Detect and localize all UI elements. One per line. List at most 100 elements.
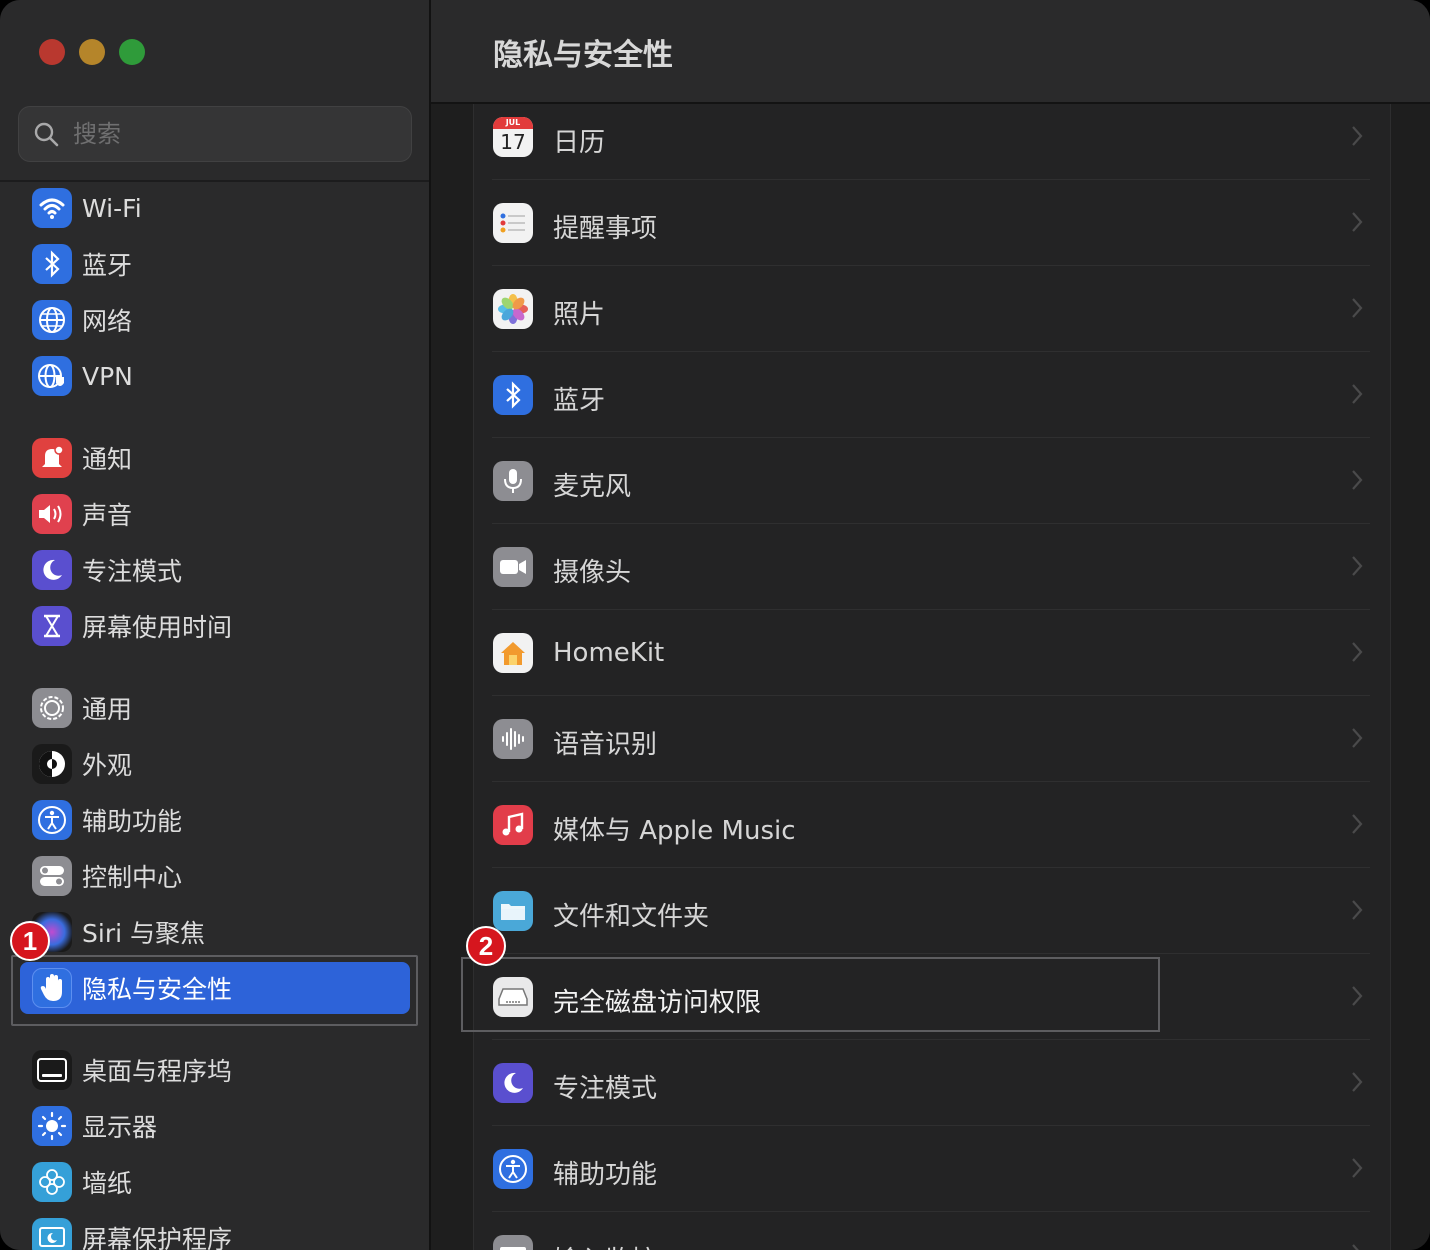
moon-icon [493,1063,533,1103]
sidebar-item-vpn[interactable]: VPN [20,350,410,402]
list-item-photos[interactable]: 照片 [492,266,1370,352]
sidebar-item-sound[interactable]: 声音 [20,488,410,540]
list-item-input-monitoring[interactable]: 输入监控 [492,1212,1370,1250]
list-item-focus[interactable]: 专注模式 [492,1040,1370,1126]
list-item-calendar[interactable]: JUL 17 日历 [492,94,1370,180]
calendar-icon: JUL 17 [493,117,533,157]
sidebar-item-label: 桌面与程序坞 [82,1057,233,1086]
sidebar-item-notifications[interactable]: 通知 [20,432,410,484]
chevron-right-icon [1352,1158,1363,1178]
list-item-label: 输入监控 [553,1240,657,1250]
list-item-label: HomeKit [553,638,665,668]
sidebar-item-general[interactable]: 通用 [20,682,410,734]
sidebar-item-label: Siri 与聚焦 [82,919,205,948]
settings-window: Wi-Fi 蓝牙 网络 VPN 通知 [0,0,1430,1250]
hourglass-icon [32,606,72,646]
flower-icon [32,1162,72,1202]
list-item-label: 语音识别 [553,730,658,760]
list-item-media-apple-music[interactable]: 媒体与 Apple Music [492,782,1370,868]
chevron-right-icon [1352,1072,1363,1092]
list-item-accessibility[interactable]: 辅助功能 [492,1126,1370,1212]
list-item-camera[interactable]: 摄像头 [492,524,1370,610]
sidebar-item-label: 通用 [82,695,133,724]
privacy-list: JUL 17 日历 提醒事项 照片 蓝牙 麦克风 摄像头 HomeKit 语音识… [473,104,1391,1250]
sidebar-item-accessibility[interactable]: 辅助功能 [20,794,410,846]
sidebar-item-label: Wi-Fi [82,193,142,223]
chevron-right-icon [1352,470,1363,490]
sidebar-item-screensaver[interactable]: 屏幕保护程序 [20,1212,410,1250]
hand-icon [32,968,72,1008]
music-icon [493,805,533,845]
search-input[interactable] [73,120,373,148]
moon-icon [32,550,72,590]
chevron-right-icon [1352,728,1363,748]
list-item-homekit[interactable]: HomeKit [492,610,1370,696]
sidebar-item-wallpaper[interactable]: 墙纸 [20,1156,410,1208]
sidebar-item-appearance[interactable]: 外观 [20,738,410,790]
sidebar-item-label: 专注模式 [82,557,183,586]
list-item-label: 专注模式 [553,1074,658,1104]
bluetooth-icon [493,375,533,415]
step-badge-2: 2 [466,926,506,966]
chevron-right-icon [1352,298,1363,318]
list-item-label: 摄像头 [553,558,632,588]
list-item-label: 辅助功能 [553,1160,658,1190]
sidebar-item-network[interactable]: 网络 [20,294,410,346]
list-item-microphone[interactable]: 麦克风 [492,438,1370,524]
sidebar-item-control-center[interactable]: 控制中心 [20,850,410,902]
sidebar-item-siri-spotlight[interactable]: Siri 与聚焦 [20,906,410,958]
search-field[interactable] [18,106,412,162]
chevron-right-icon [1352,814,1363,834]
chevron-right-icon [1352,900,1363,920]
sidebar-item-label: 显示器 [82,1113,158,1142]
toolbar: 隐私与安全性 [431,0,1430,104]
wifi-icon [32,188,72,228]
minimize-window-button[interactable] [79,39,105,65]
globe-icon [32,300,72,340]
waveform-icon [493,719,533,759]
list-item-label: 日历 [553,128,606,158]
sidebar-item-label: 声音 [82,501,133,530]
page-title: 隐私与安全性 [493,38,673,73]
sidebar-item-wifi[interactable]: Wi-Fi [20,182,410,234]
search-icon [34,122,59,147]
accessibility-icon [493,1149,533,1189]
home-icon [493,633,533,673]
window-controls [39,39,145,65]
chevron-right-icon [1352,986,1363,1006]
list-item-bluetooth[interactable]: 蓝牙 [492,352,1370,438]
sidebar-item-label: 控制中心 [82,863,183,892]
sidebar-item-focus[interactable]: 专注模式 [20,544,410,596]
microphone-icon [493,461,533,501]
list-item-label: 文件和文件夹 [553,902,710,932]
chevron-right-icon [1352,384,1363,404]
chevron-right-icon [1352,642,1363,662]
zoom-window-button[interactable] [119,39,145,65]
keyboard-icon [493,1235,533,1250]
sidebar-item-label: 通知 [82,445,133,474]
list-item-label: 媒体与 Apple Music [553,816,796,846]
calendar-month: JUL [493,117,533,129]
list-item-label: 照片 [553,300,606,330]
list-item-reminders[interactable]: 提醒事项 [492,180,1370,266]
list-item-speech-recognition[interactable]: 语音识别 [492,696,1370,782]
sidebar-item-screen-time[interactable]: 屏幕使用时间 [20,600,410,652]
camera-icon [493,547,533,587]
calendar-day: 17 [500,130,526,154]
sidebar-item-label: 屏幕使用时间 [82,613,233,642]
list-item-files-folders[interactable]: 文件和文件夹 [492,868,1370,954]
list-item-label: 麦克风 [553,472,632,502]
sidebar-item-privacy-security[interactable]: 隐私与安全性 [20,962,410,1014]
speaker-icon [32,494,72,534]
screensaver-icon [32,1218,72,1250]
sidebar-item-bluetooth[interactable]: 蓝牙 [20,238,410,290]
chevron-right-icon [1352,1244,1359,1250]
sidebar-item-desktop-dock[interactable]: 桌面与程序坞 [20,1044,410,1096]
list-item-label: 提醒事项 [553,214,658,244]
vpn-globe-icon [32,356,72,396]
sidebar-item-label: 外观 [82,751,133,780]
sidebar-item-label: VPN [82,361,133,391]
close-window-button[interactable] [39,39,65,65]
full-disk-access-highlight-frame [461,957,1160,1032]
sidebar-item-displays[interactable]: 显示器 [20,1100,410,1152]
